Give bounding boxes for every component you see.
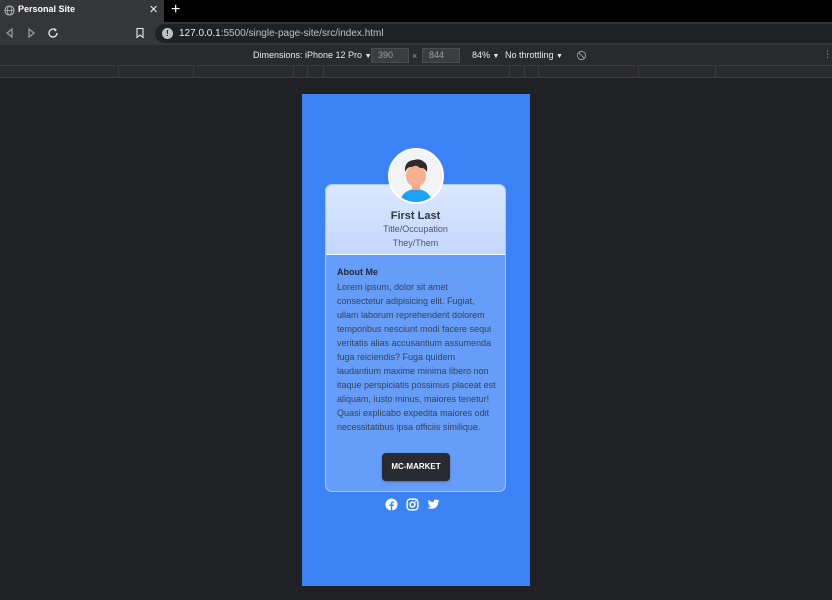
rotate-icon[interactable]: [576, 50, 587, 61]
forward-icon[interactable]: [25, 27, 37, 39]
new-tab-button[interactable]: +: [171, 1, 180, 19]
throttling-select[interactable]: No throttling ▼: [505, 50, 563, 60]
profile-pronouns: They/Them: [392, 238, 439, 248]
profile-name: First Last: [390, 210, 441, 222]
back-icon[interactable]: [4, 27, 16, 39]
media-query-divider: [307, 66, 308, 77]
media-query-divider: [715, 66, 716, 77]
bookmark-icon[interactable]: [134, 27, 146, 39]
dimensions-select[interactable]: Dimensions: iPhone 12 Pro ▼: [253, 50, 372, 60]
width-input[interactable]: 390: [371, 48, 409, 63]
more-options-icon[interactable]: ⋮: [823, 49, 832, 60]
url-text: 127.0.0.1:5500/single-page-site/src/inde…: [179, 28, 384, 39]
tab-strip: Personal Site ✕ +: [0, 0, 832, 22]
chevron-down-icon: ▼: [556, 53, 563, 60]
profile-occupation: Title/Occupation: [383, 224, 448, 234]
about-heading: About Me: [337, 267, 378, 277]
person-avatar-icon: [400, 159, 432, 202]
url-path: :5500/single-page-site/src/index.html: [220, 28, 384, 39]
chevron-down-icon: ▼: [492, 53, 500, 60]
media-query-divider: [293, 66, 294, 77]
throttling-label: No throttling: [505, 50, 554, 60]
tab-personal-site[interactable]: Personal Site ✕: [0, 0, 164, 22]
avatar: [388, 148, 444, 204]
instagram-icon[interactable]: [406, 498, 419, 511]
media-query-divider: [509, 66, 510, 77]
browser-toolbar: ! 127.0.0.1:5500/single-page-site/src/in…: [0, 22, 832, 45]
device-viewport: First Last Title/Occupation They/Them Ab…: [302, 94, 530, 586]
about-text: Lorem ipsum, dolor sit amet consectetur …: [337, 282, 496, 432]
url-host: 127.0.0.1: [179, 28, 221, 39]
mc-market-button[interactable]: MC-MARKET: [382, 453, 450, 481]
twitter-icon[interactable]: [427, 498, 440, 511]
facebook-icon[interactable]: [385, 498, 398, 511]
media-query-bar: [0, 66, 832, 78]
times-symbol: ×: [412, 51, 418, 61]
media-query-divider: [538, 66, 539, 77]
site-info-icon[interactable]: !: [162, 28, 173, 39]
profile-card: First Last Title/Occupation They/Them Ab…: [325, 184, 506, 492]
globe-icon: [4, 5, 15, 16]
reload-icon[interactable]: [47, 27, 59, 39]
media-query-divider: [193, 66, 194, 77]
height-input[interactable]: 844: [422, 48, 460, 63]
zoom-label: 84%: [472, 50, 491, 60]
device-toolbar: Dimensions: iPhone 12 Pro ▼ 390 × 844 84…: [0, 45, 832, 66]
media-query-divider: [323, 66, 324, 77]
media-query-divider: [638, 66, 639, 77]
dimensions-label: Dimensions: iPhone 12 Pro: [253, 50, 363, 60]
zoom-select[interactable]: 84% ▼: [472, 50, 499, 60]
media-query-divider: [524, 66, 525, 77]
address-bar[interactable]: ! 127.0.0.1:5500/single-page-site/src/in…: [155, 24, 832, 43]
tab-title: Personal Site: [18, 4, 76, 14]
tab-close-icon[interactable]: ✕: [149, 3, 158, 17]
media-query-divider: [118, 66, 119, 77]
